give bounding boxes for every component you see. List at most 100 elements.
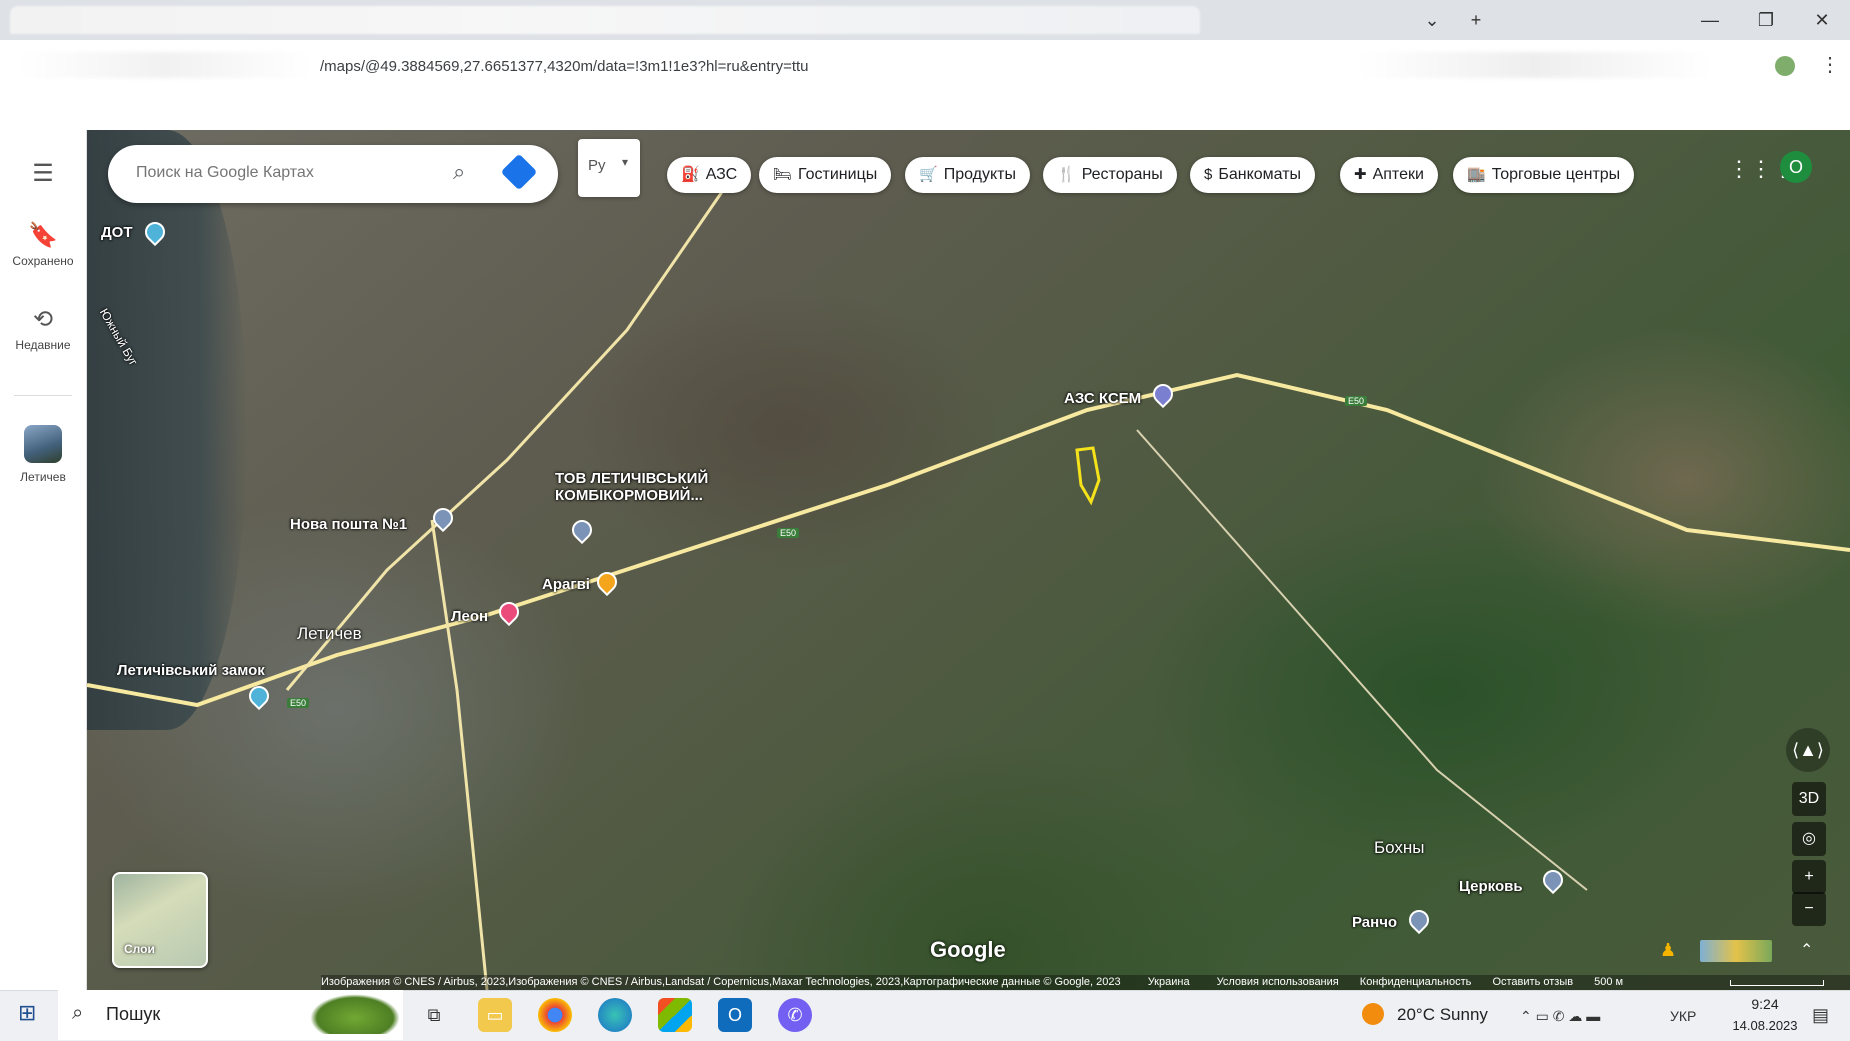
search-icon: ⌕ [72, 1002, 84, 1024]
leon-label[interactable]: Леон [451, 608, 488, 625]
restore-button[interactable]: ❐ [1746, 6, 1786, 34]
cart-icon: 🛒 [919, 166, 938, 183]
browser-menu-icon[interactable]: ⋮ [1820, 52, 1840, 77]
edge-icon[interactable] [598, 998, 632, 1032]
zoom-in-button[interactable]: + [1792, 860, 1826, 894]
chrome-icon[interactable] [538, 998, 572, 1032]
fork-knife-icon: 🍴 [1057, 166, 1076, 183]
history-icon: ⟲ [32, 306, 54, 333]
hamburger-menu-button[interactable]: ☰ [0, 160, 86, 192]
road-shield-e50: E50 [777, 528, 800, 538]
weather-widget[interactable]: 20°C Sunny [1397, 1005, 1488, 1025]
scale-bar [1730, 980, 1824, 986]
tab-list-dropdown[interactable]: ⌄ [1412, 6, 1452, 34]
hamburger-icon: ☰ [32, 160, 54, 187]
road-overlay [87, 169, 1850, 990]
road-shield-e50-west: E50 [287, 698, 310, 708]
nav-buttons-blurred [20, 52, 310, 78]
layers-switcher[interactable]: Слои [112, 872, 208, 968]
clock-time[interactable]: 9:24 [1730, 996, 1800, 1012]
terms-link[interactable]: Условия использования [1217, 976, 1339, 988]
my-location-icon[interactable]: ◎ [1792, 822, 1826, 856]
privacy-link[interactable]: Конфиденциальность [1360, 976, 1472, 988]
search-input[interactable] [134, 163, 438, 183]
file-explorer-icon[interactable]: ▭ [478, 998, 512, 1032]
road-e50 [87, 372, 1850, 708]
attribution-country[interactable]: Украина [1148, 976, 1190, 988]
letichev-label[interactable]: Летичев [297, 624, 362, 644]
keyboard-language[interactable]: УКР [1670, 1008, 1696, 1024]
close-button[interactable]: ✕ [1802, 6, 1842, 34]
browser-tab[interactable] [10, 6, 1200, 34]
profile-avatar[interactable] [1775, 56, 1795, 76]
directions-icon[interactable] [500, 153, 538, 191]
system-tray-icons[interactable]: ⌃ ▭ ✆ ☁ ▬ [1520, 1008, 1600, 1025]
extensions-blurred [1360, 52, 1710, 78]
chip-hotels[interactable]: 🛏 Гостиницы [759, 157, 892, 193]
tserkov-label[interactable]: Церковь [1459, 878, 1523, 895]
chevron-up-icon[interactable]: ⌃ [1800, 940, 1813, 960]
chevron-down-icon: ▾ [622, 155, 629, 169]
bookmark-icon: 🔖 [28, 222, 58, 249]
outlook-icon[interactable]: O [718, 998, 752, 1032]
scale-label[interactable]: 500 м [1594, 976, 1623, 988]
satellite-map[interactable]: ДОТ Южный Буг Нова пошта №1 ТОВ ЛЕТИЧІВС… [87, 130, 1850, 990]
aragvi-label[interactable]: Арагві [542, 576, 590, 593]
taskbar-search-text[interactable]: Пошук [106, 1004, 160, 1025]
recent-place-thumbnail[interactable] [24, 425, 62, 463]
chip-restaurants[interactable]: 🍴 Рестораны [1043, 157, 1177, 193]
chip-shopping-centers[interactable]: 🏬 Торговые центры [1453, 157, 1635, 193]
google-logo: Google [930, 937, 1006, 962]
store-icon[interactable] [658, 998, 692, 1032]
chip-groceries[interactable]: 🛒 Продукты [905, 157, 1030, 193]
language-toggle[interactable]: Ру ▾ [578, 139, 640, 197]
bokhny-label[interactable]: Бохны [1374, 838, 1425, 858]
saved-label: Сохранено [12, 254, 74, 268]
chip-pharmacies[interactable]: ✚ Аптеки [1340, 157, 1438, 193]
search-highlight-image [310, 994, 400, 1034]
bed-icon: 🛏 [773, 166, 793, 183]
chip-gas-stations[interactable]: ⛽ АЗС [667, 157, 752, 193]
notifications-icon[interactable]: ▤ [1812, 1005, 1829, 1026]
road-east-secondary [1136, 429, 1588, 891]
kombikorm-label[interactable]: ТОВ ЛЕТИЧІВСЬКИЙ КОМБІКОРМОВИЙ... [555, 470, 725, 504]
search-box[interactable]: ⌕ [108, 145, 558, 203]
search-icon[interactable]: ⌕ [453, 159, 465, 185]
recent-label: Недавние [15, 338, 71, 352]
address-bar[interactable]: /maps/@49.3884569,27.6651377,4320m/data=… [320, 58, 809, 75]
zoom-out-button[interactable]: − [1792, 892, 1826, 926]
gas-pump-icon: ⛽ [681, 166, 700, 183]
road-south [430, 519, 489, 990]
rancho-label[interactable]: Ранчо [1352, 914, 1397, 931]
viber-icon[interactable]: ✆ [778, 998, 812, 1032]
nova-poshta-label[interactable]: Нова пошта №1 [290, 516, 407, 533]
pegman-icon[interactable]: ♟ [1660, 940, 1676, 961]
feedback-link[interactable]: Оставить отзыв [1492, 976, 1573, 988]
saved-button[interactable]: 🔖 Сохранено [0, 222, 86, 268]
store-icon: 🏬 [1467, 166, 1486, 183]
road-shield-e50-east: E50 [1345, 396, 1368, 406]
compass-icon[interactable]: ⟨▲⟩ [1786, 728, 1830, 772]
attribution-bar: Изображения © CNES / Airbus, 2023,Изобра… [321, 975, 1850, 990]
pharmacy-icon: ✚ [1354, 166, 1367, 183]
atm-icon: $ [1204, 166, 1213, 183]
language-label: Ру [588, 157, 606, 174]
zamok-label[interactable]: Летичівський замок [117, 662, 265, 679]
azs-ksem-label[interactable]: АЗС КСЕМ [1064, 390, 1141, 407]
account-avatar[interactable]: O [1780, 151, 1812, 183]
clock-date[interactable]: 14.08.2023 [1730, 1018, 1800, 1033]
minimize-button[interactable]: — [1690, 6, 1730, 34]
dot-label[interactable]: ДОТ [101, 224, 133, 241]
mini-layers-thumbnails[interactable] [1700, 940, 1772, 962]
recent-button[interactable]: ⟲ Недавние [0, 306, 86, 352]
chip-atms[interactable]: $ Банкоматы [1190, 157, 1316, 193]
new-tab-button[interactable]: + [1456, 6, 1496, 34]
windows-start-icon[interactable]: ⊞ [18, 1000, 36, 1026]
rail-divider [14, 395, 72, 396]
task-view-icon[interactable]: ⧉ [417, 998, 451, 1032]
recent-place-label[interactable]: Летичев [0, 470, 86, 484]
attribution-text: Изображения © CNES / Airbus, 2023,Изобра… [321, 976, 1121, 988]
layers-label: Слои [124, 942, 155, 956]
3d-toggle-button[interactable]: 3D [1792, 782, 1826, 816]
sun-icon [1362, 1003, 1384, 1025]
